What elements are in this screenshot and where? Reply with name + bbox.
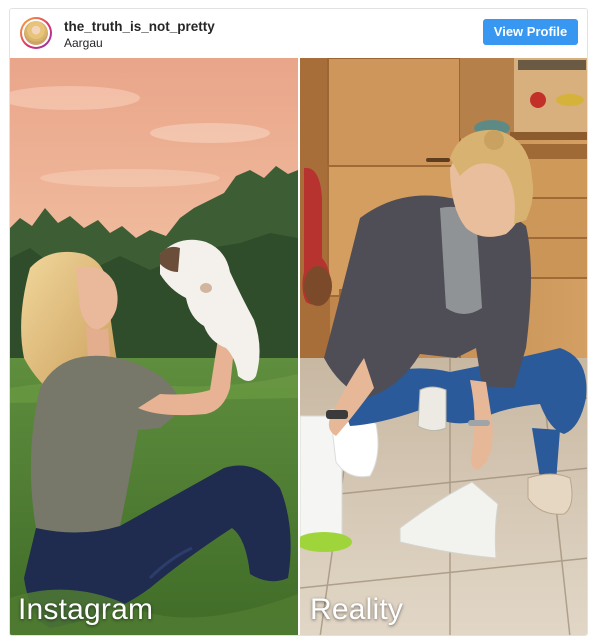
reality-scene bbox=[300, 58, 587, 635]
instagram-caption: Instagram bbox=[18, 593, 154, 626]
reality-caption: Reality bbox=[310, 593, 404, 626]
post-header: the_truth_is_not_pretty Aargau View Prof… bbox=[10, 9, 587, 58]
reality-photo[interactable]: Reality bbox=[300, 58, 587, 635]
view-profile-button[interactable]: View Profile bbox=[483, 19, 578, 45]
profile-avatar[interactable] bbox=[20, 17, 52, 49]
avatar-photo bbox=[24, 21, 48, 45]
username[interactable]: the_truth_is_not_pretty bbox=[64, 19, 215, 34]
instagram-photo[interactable]: Instagram bbox=[10, 58, 298, 635]
instagram-scene bbox=[10, 58, 298, 635]
instagram-post-card: the_truth_is_not_pretty Aargau View Prof… bbox=[9, 8, 588, 636]
avatar-ring bbox=[22, 19, 50, 47]
location-label[interactable]: Aargau bbox=[64, 36, 103, 50]
